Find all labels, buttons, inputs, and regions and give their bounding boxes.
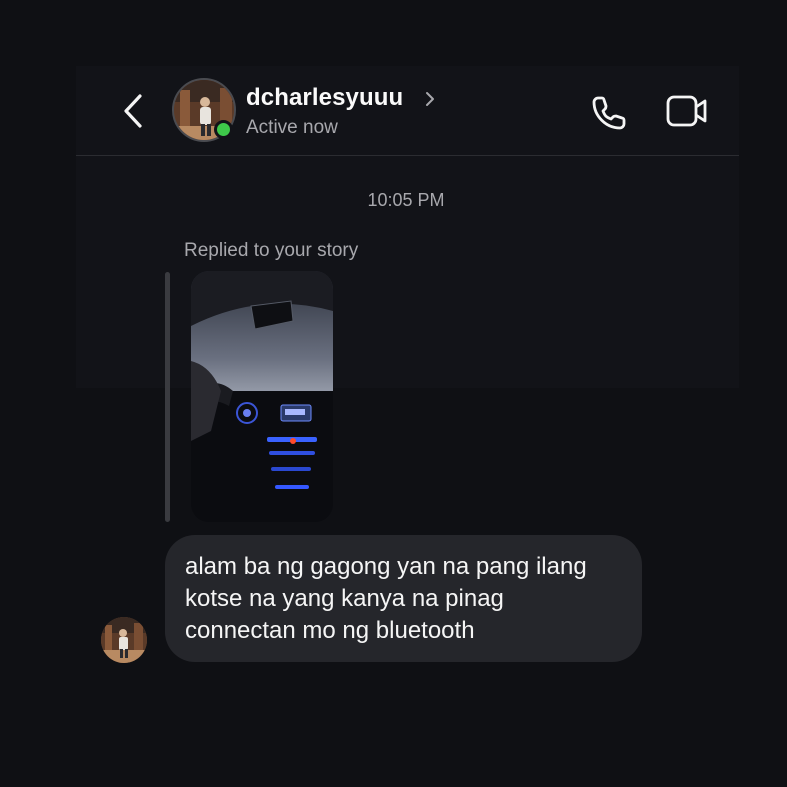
- message-text: alam ba ng gagong yan na pang ilang kots…: [185, 553, 587, 644]
- username[interactable]: dcharlesyuuu: [246, 84, 403, 112]
- story-thumbnail[interactable]: [191, 271, 333, 522]
- story-image: [191, 271, 333, 522]
- header-divider: [76, 155, 739, 156]
- chevron-left-icon[interactable]: [118, 92, 148, 130]
- sender-avatar[interactable]: [101, 617, 147, 663]
- active-status: Active now: [246, 117, 338, 138]
- message-timestamp: 10:05 PM: [367, 190, 445, 210]
- message-bubble[interactable]: alam ba ng gagong yan na pang ilang kots…: [165, 535, 642, 662]
- video-camera-icon[interactable]: [666, 94, 708, 128]
- chevron-right-icon[interactable]: [424, 90, 436, 108]
- sender-avatar-photo: [101, 617, 147, 663]
- chat-screen: dcharlesyuuu Active now 10:05 PM Replied…: [0, 0, 787, 787]
- reply-indicator-bar: [165, 272, 170, 522]
- phone-icon[interactable]: [590, 92, 630, 132]
- reply-context-label: Replied to your story: [184, 240, 359, 261]
- online-status-dot: [214, 120, 233, 139]
